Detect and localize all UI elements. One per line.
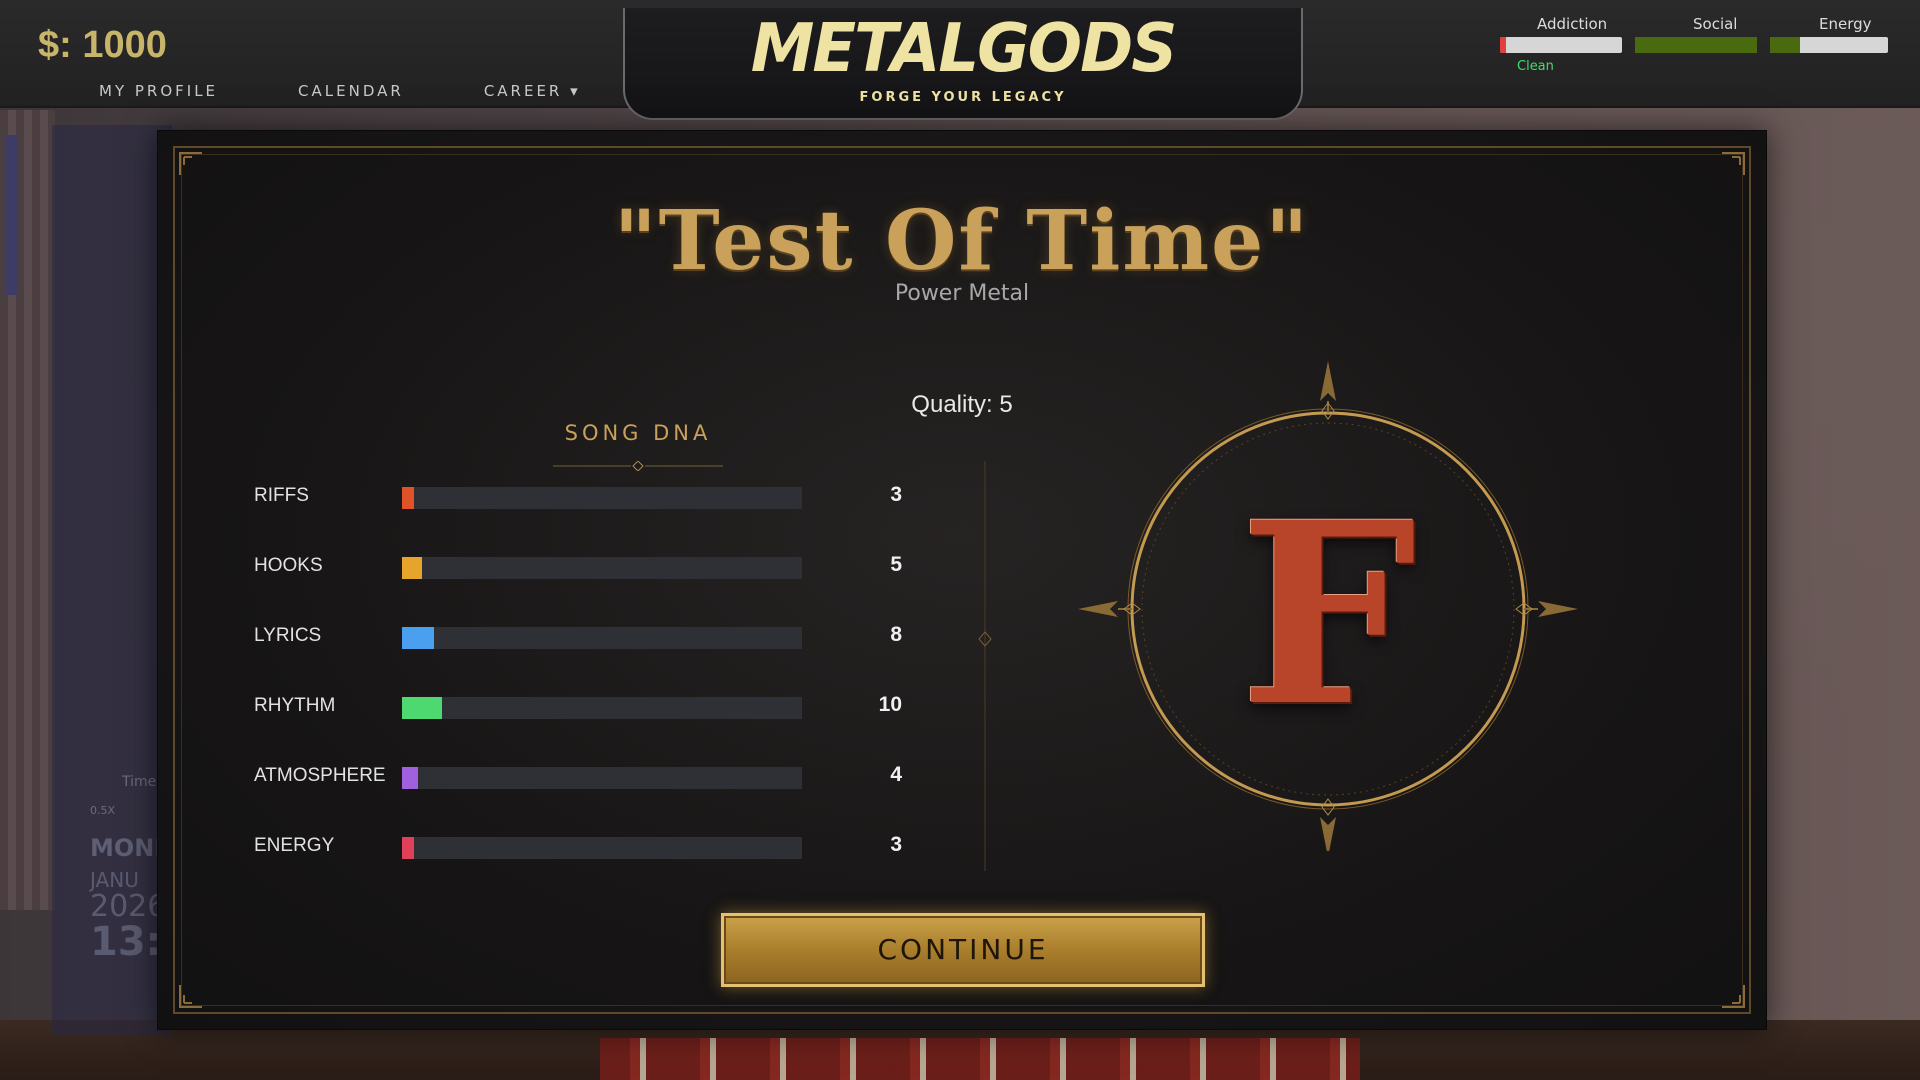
dna-bar-fill — [402, 487, 414, 509]
grade-emblem: F — [1078, 351, 1578, 857]
dna-row-energy: ENERGY 3 — [254, 831, 1054, 861]
corner-ornament-icon — [1722, 985, 1745, 1008]
dna-value: 3 — [890, 483, 902, 506]
dna-row-hooks: HOOKS 5 — [254, 551, 1054, 581]
dna-bar-fill — [402, 697, 442, 719]
dna-label: LYRICS — [254, 625, 322, 646]
logo-title: METALGODS — [750, 10, 1178, 88]
dna-value: 8 — [890, 623, 902, 646]
addiction-status: Clean — [1517, 59, 1554, 74]
dna-label: RHYTHM — [254, 695, 336, 716]
dna-value: 5 — [890, 553, 902, 576]
rug — [600, 1038, 1360, 1080]
energy-bar-fill — [1770, 37, 1800, 53]
dna-value: 3 — [890, 833, 902, 856]
grade-letter: F — [1239, 467, 1417, 761]
dna-bar-fill — [402, 837, 414, 859]
logo-subtitle: FORGE YOUR LEGACY — [859, 90, 1067, 105]
dna-bar-track — [402, 487, 802, 509]
nav-my-profile[interactable]: MY PROFILE — [99, 82, 218, 100]
addiction-bar-fill — [1500, 37, 1507, 53]
energy-bar — [1770, 37, 1888, 53]
energy-label: Energy — [1819, 15, 1872, 33]
dna-label: HOOKS — [254, 555, 323, 576]
dna-label: RIFFS — [254, 485, 309, 506]
corner-ornament-icon — [179, 985, 202, 1008]
game-logo: METALGODS FORGE YOUR LEGACY — [623, 8, 1303, 120]
money-display: $: 1000 — [38, 24, 167, 66]
dna-row-riffs: RIFFS 3 — [254, 481, 1054, 511]
song-genre: Power Metal — [894, 281, 1030, 306]
main-nav: MY PROFILE CALENDAR CAREER ▾ — [99, 82, 581, 100]
dna-bar-track — [402, 837, 802, 859]
dna-bar-track — [402, 767, 802, 789]
song-title: "Test Of Time" — [613, 193, 1311, 289]
social-bar-fill — [1635, 37, 1757, 53]
nav-career-dropdown[interactable]: CAREER ▾ — [484, 82, 581, 100]
dna-bar-track — [402, 697, 802, 719]
dna-bar-fill — [402, 557, 422, 579]
dna-divider-ornament — [553, 461, 723, 471]
player-stats: Addiction Clean Social Energy — [1497, 15, 1897, 75]
dna-value: 4 — [890, 763, 902, 786]
nav-calendar[interactable]: CALENDAR — [298, 82, 404, 100]
dna-bar-fill — [402, 627, 434, 649]
dna-row-atmosphere: ATMOSPHERE 4 — [254, 761, 1054, 791]
social-label: Social — [1693, 15, 1738, 33]
song-result-modal: "Test Of Time" Power Metal Quality: 5 SO… — [157, 130, 1767, 1030]
dna-value: 10 — [878, 693, 902, 716]
corner-ornament-icon — [179, 152, 202, 175]
corner-ornament-icon — [1722, 152, 1745, 175]
continue-button[interactable]: CONTINUE — [721, 913, 1205, 987]
dna-row-rhythm: RHYTHM 10 — [254, 691, 1054, 721]
divider-diamond-icon — [978, 631, 992, 647]
addiction-bar — [1500, 37, 1622, 53]
side-scroll-bar[interactable] — [6, 135, 18, 295]
addiction-label: Addiction — [1537, 15, 1608, 33]
song-dna-title: SONG DNA — [564, 421, 712, 445]
dna-label: ATMOSPHERE — [254, 765, 386, 786]
social-bar — [1635, 37, 1757, 53]
dna-label: ENERGY — [254, 835, 335, 856]
dna-bar-fill — [402, 767, 418, 789]
dna-bar-track — [402, 627, 802, 649]
vertical-divider — [984, 461, 986, 871]
dna-bar-track — [402, 557, 802, 579]
dna-row-lyrics: LYRICS 8 — [254, 621, 1054, 651]
